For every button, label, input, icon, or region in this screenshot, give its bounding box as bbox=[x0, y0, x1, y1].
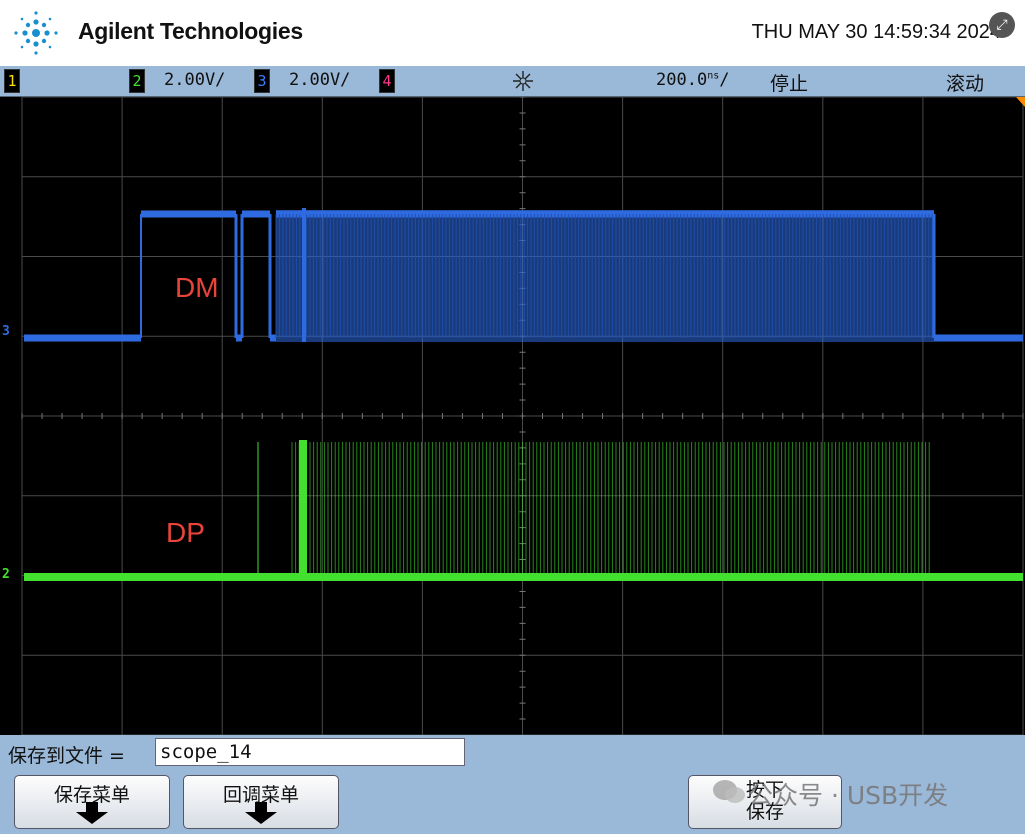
waveform-display: 3 2 DM DP bbox=[0, 97, 1025, 735]
channel-3-ground-marker[interactable]: 3 bbox=[2, 324, 10, 339]
wechat-icon bbox=[713, 780, 745, 803]
mode-label: 滚动 bbox=[946, 73, 985, 95]
arrow-down-icon bbox=[245, 802, 277, 824]
channel-2-ground-marker[interactable]: 2 bbox=[2, 567, 10, 582]
timestamp: THU MAY 30 14:59:34 2024 bbox=[751, 21, 1001, 43]
save-to-file-label: 保存到文件 = bbox=[8, 745, 125, 767]
trigger-marker bbox=[1016, 97, 1025, 107]
agilent-logo-icon bbox=[14, 11, 58, 55]
status-bar: 1 2 2.00V/ 3 2.00V/ 4 200.0ns/ 停止 滚动 bbox=[0, 66, 1025, 97]
arrow-down-icon bbox=[76, 802, 108, 824]
annotation-dm: DM bbox=[175, 272, 219, 303]
run-state: 停止 bbox=[770, 73, 809, 95]
save-menu-button[interactable]: 保存菜单 bbox=[14, 775, 170, 829]
recall-menu-button[interactable]: 回调菜单 bbox=[183, 775, 339, 829]
brand-name: Agilent Technologies bbox=[78, 18, 303, 44]
channel-2-scale: 2.00V/ bbox=[164, 70, 226, 90]
channel-1-button[interactable]: 1 bbox=[4, 69, 20, 93]
watermark-text: 公众号 · USB开发 bbox=[748, 781, 949, 810]
ch2-burst bbox=[299, 440, 307, 577]
channel-4-button[interactable]: 4 bbox=[379, 69, 395, 93]
ch2-burst bbox=[291, 442, 930, 577]
annotation-dp: DP bbox=[166, 517, 205, 548]
channel-3-button[interactable]: 3 bbox=[254, 69, 270, 93]
file-name-field[interactable]: scope_14 bbox=[155, 738, 465, 766]
channel-2-button[interactable]: 2 bbox=[129, 69, 145, 93]
title-bar: Agilent Technologies THU MAY 30 14:59:34… bbox=[0, 0, 1025, 67]
acquire-spark-icon bbox=[513, 71, 533, 91]
timebase: 200.0ns/ bbox=[656, 70, 730, 90]
channel-3-scale: 2.00V/ bbox=[289, 70, 351, 90]
expand-icon[interactable]: ⤢ bbox=[989, 12, 1015, 38]
waveform-svg bbox=[21, 97, 1025, 735]
